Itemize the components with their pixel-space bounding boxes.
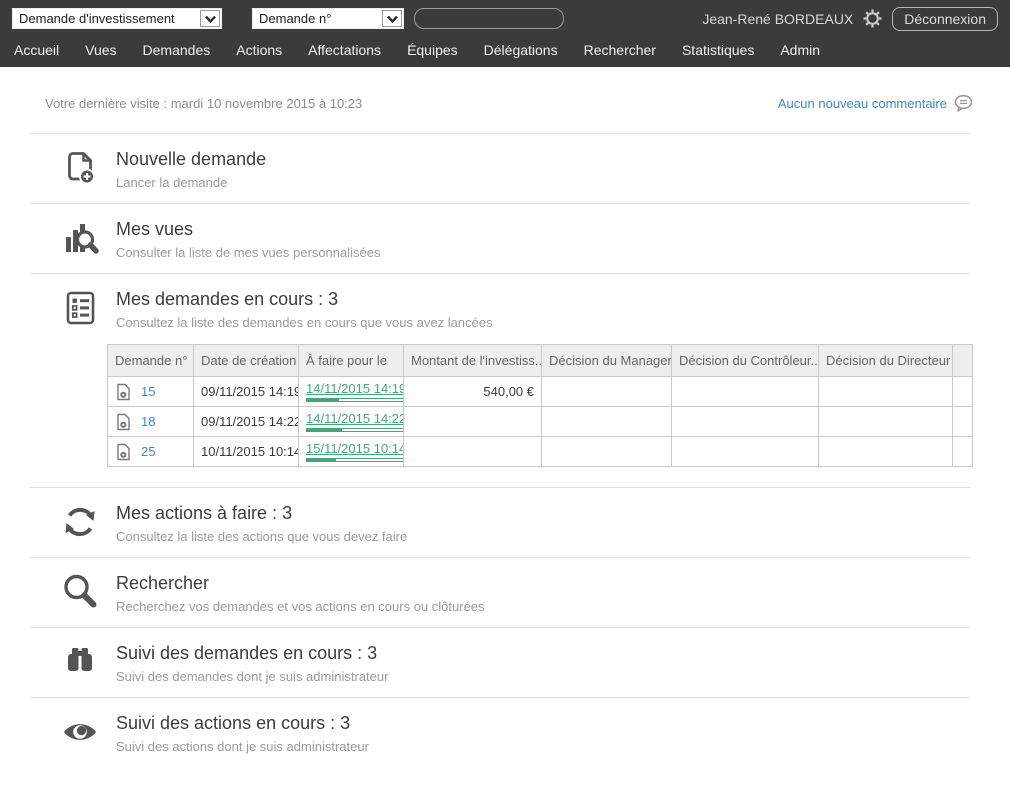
app-header: Demande d'investissement Demande n° Jean… — [0, 0, 1010, 67]
director-decision-cell — [819, 437, 953, 467]
created-cell: 09/11/2015 14:19 — [194, 377, 299, 407]
section-subtitle: Recherchez vos demandes et vos actions e… — [116, 599, 485, 614]
controller-decision-cell — [672, 377, 819, 407]
table-row: 25 10/11/2015 10:14 15/11/2015 10:14 — [108, 437, 973, 467]
due-date-link[interactable]: 14/11/2015 14:19 — [306, 381, 404, 396]
table-header-row: Demande n° Date de création À faire pour… — [108, 345, 973, 377]
no-new-comments-link[interactable]: Aucun nouveau commentaire — [778, 96, 947, 111]
section-title: Suivi des actions en cours : 3 — [116, 713, 369, 734]
manager-decision-cell — [542, 437, 672, 467]
request-type-select[interactable]: Demande d'investissement — [12, 8, 222, 29]
section-my-views[interactable]: Mes vues Consulter la liste de mes vues … — [0, 204, 1010, 273]
nav-item-rechercher[interactable]: Rechercher — [584, 42, 656, 58]
section-title: Mes actions à faire : 3 — [116, 503, 407, 524]
col-header-a-faire-pour-le[interactable]: À faire pour le — [299, 345, 404, 377]
search-icon — [60, 572, 100, 612]
section-subtitle: Lancer la demande — [116, 175, 266, 190]
search-input[interactable] — [414, 8, 564, 29]
nav-item-demandes[interactable]: Demandes — [143, 42, 211, 58]
chart-magnifier-icon — [60, 218, 100, 258]
list-icon — [60, 288, 100, 328]
col-header-empty — [953, 345, 973, 377]
nav-item-statistiques[interactable]: Statistiques — [682, 42, 754, 58]
requests-table: Demande n° Date de création À faire pour… — [107, 344, 973, 467]
section-title: Mes demandes en cours : 3 — [116, 289, 493, 310]
nav-item-actions[interactable]: Actions — [236, 42, 282, 58]
amount-cell — [404, 407, 542, 437]
section-follow-requests[interactable]: Suivi des demandes en cours : 3 Suivi de… — [0, 628, 1010, 697]
nav-item-accueil[interactable]: Accueil — [14, 42, 59, 58]
section-subtitle: Consultez la liste des actions que vous … — [116, 529, 407, 544]
binoculars-icon — [60, 642, 100, 682]
section-new-request[interactable]: Nouvelle demande Lancer la demande — [0, 134, 1010, 203]
request-link[interactable]: 18 — [141, 414, 155, 429]
request-link[interactable]: 15 — [141, 384, 155, 399]
request-doc-icon[interactable] — [115, 383, 132, 401]
section-follow-actions[interactable]: Suivi des actions en cours : 3 Suivi des… — [0, 698, 1010, 767]
section-subtitle: Consulter la liste de mes vues personnal… — [116, 245, 380, 260]
due-progress-bar — [306, 428, 404, 432]
section-subtitle: Consultez la liste des demandes en cours… — [116, 315, 493, 330]
amount-cell: 540,00 € — [404, 377, 542, 407]
col-header-decision-directeur[interactable]: Décision du Directeur — [819, 345, 953, 377]
user-name: Jean-René BORDEAUX — [702, 11, 853, 27]
gear-icon[interactable] — [863, 9, 882, 28]
chevron-down-icon — [382, 10, 402, 27]
document-plus-icon — [60, 148, 100, 188]
nav-item-equipes[interactable]: Équipes — [407, 42, 458, 58]
section-subtitle: Suivi des actions dont je suis administr… — [116, 739, 369, 754]
section-title: Mes vues — [116, 219, 380, 240]
manager-decision-cell — [542, 407, 672, 437]
controller-decision-cell — [672, 437, 819, 467]
table-row: 15 09/11/2015 14:19 14/11/2015 14:19 540… — [108, 377, 973, 407]
nav-item-vues[interactable]: Vues — [85, 42, 116, 58]
col-header-date-creation[interactable]: Date de création — [194, 345, 299, 377]
section-my-requests-block: Mes demandes en cours : 3 Consultez la l… — [0, 274, 1010, 487]
comment-bubble-icon[interactable] — [954, 94, 974, 112]
section-my-requests[interactable]: Mes demandes en cours : 3 Consultez la l… — [0, 274, 1010, 334]
due-progress-bar — [306, 458, 404, 462]
manager-decision-cell — [542, 377, 672, 407]
due-date-link[interactable]: 15/11/2015 10:14 — [306, 441, 404, 456]
logout-button[interactable]: Déconnexion — [892, 7, 998, 31]
nav-item-affectations[interactable]: Affectations — [308, 42, 381, 58]
section-title: Suivi des demandes en cours : 3 — [116, 643, 388, 664]
request-link[interactable]: 25 — [141, 444, 155, 459]
amount-cell — [404, 437, 542, 467]
request-type-select-value: Demande d'investissement — [13, 11, 199, 26]
table-row: 18 09/11/2015 14:22 14/11/2015 14:22 — [108, 407, 973, 437]
due-progress-bar — [306, 398, 404, 402]
section-title: Rechercher — [116, 573, 485, 594]
nav-item-delegations[interactable]: Délégations — [484, 42, 558, 58]
empty-cell — [953, 407, 973, 437]
controller-decision-cell — [672, 407, 819, 437]
created-cell: 09/11/2015 14:22 — [194, 407, 299, 437]
main-nav: Accueil Vues Demandes Actions Affectatio… — [0, 37, 1010, 67]
director-decision-cell — [819, 377, 953, 407]
empty-cell — [953, 437, 973, 467]
col-header-demande-n[interactable]: Demande n° — [108, 345, 194, 377]
status-row: Votre dernière visite : mardi 10 novembr… — [0, 67, 1010, 133]
chevron-down-icon — [200, 10, 220, 27]
created-cell: 10/11/2015 10:14 — [194, 437, 299, 467]
section-title: Nouvelle demande — [116, 149, 266, 170]
empty-cell — [953, 377, 973, 407]
section-subtitle: Suivi des demandes dont je suis administ… — [116, 669, 388, 684]
section-search[interactable]: Rechercher Recherchez vos demandes et vo… — [0, 558, 1010, 627]
col-header-montant[interactable]: Montant de l'investiss... — [404, 345, 542, 377]
refresh-icon — [60, 502, 100, 542]
request-doc-icon[interactable] — [115, 413, 132, 431]
top-toolbar: Demande d'investissement Demande n° Jean… — [0, 0, 1010, 37]
search-field-select-value: Demande n° — [253, 11, 381, 26]
col-header-decision-controleur[interactable]: Décision du Contrôleur... — [672, 345, 819, 377]
director-decision-cell — [819, 407, 953, 437]
due-date-link[interactable]: 14/11/2015 14:22 — [306, 411, 404, 426]
request-doc-icon[interactable] — [115, 443, 132, 461]
last-visit-text: Votre dernière visite : mardi 10 novembr… — [45, 96, 362, 111]
eye-icon — [60, 712, 100, 752]
search-field-select[interactable]: Demande n° — [252, 8, 404, 29]
section-my-actions[interactable]: Mes actions à faire : 3 Consultez la lis… — [0, 488, 1010, 557]
nav-item-admin[interactable]: Admin — [780, 42, 820, 58]
col-header-decision-manager[interactable]: Décision du Manager — [542, 345, 672, 377]
